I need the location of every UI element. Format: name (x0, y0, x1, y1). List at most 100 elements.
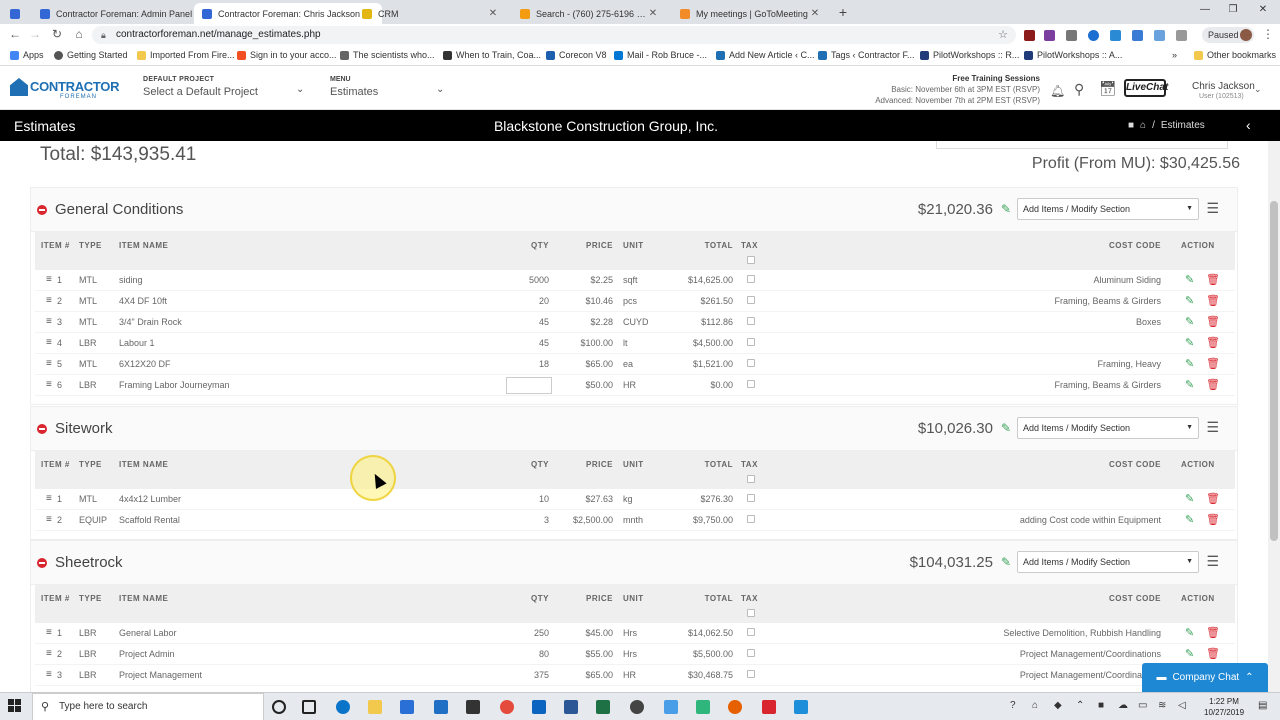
bookmark-item[interactable]: Getting Started (54, 50, 128, 60)
edit-section-icon[interactable]: ✎ (1001, 555, 1011, 569)
browser-tab-admin-panel[interactable]: Contractor Foreman: Admin Panel ✕ (32, 3, 220, 24)
menu-select[interactable]: Estimates (330, 86, 378, 98)
tax-checkbox[interactable] (747, 275, 755, 283)
notifications-icon[interactable]: ▤ (1258, 700, 1267, 711)
tax-checkbox[interactable] (747, 649, 755, 657)
bookmark-item[interactable]: Mail - Rob Bruce -... (614, 50, 707, 60)
table-row[interactable]: ≡ 5 MTL 6X12X20 DF 18 $65.00 ea $1,521.00 Framin… (35, 354, 1235, 375)
edge-icon[interactable] (336, 700, 350, 714)
delete-item-icon[interactable]: 🗑︎ (1206, 378, 1220, 391)
item-name[interactable]: 6X12X20 DF (119, 359, 171, 369)
app-icon[interactable] (664, 700, 678, 714)
collapse-section-icon[interactable] (37, 558, 47, 568)
delete-item-icon[interactable]: 🗑︎ (1206, 294, 1220, 307)
browser-menu-icon[interactable]: ⋮ (1262, 27, 1274, 41)
windows-start-icon[interactable] (8, 699, 22, 713)
slack-icon[interactable] (696, 700, 710, 714)
edit-section-icon[interactable]: ✎ (1001, 421, 1011, 435)
tax-checkbox[interactable] (747, 494, 755, 502)
training-advanced-link[interactable]: Advanced: November 7th at 2PM EST (RSVP) (875, 95, 1040, 106)
video-camera-icon[interactable]: ■ (1128, 120, 1134, 131)
excel-icon[interactable] (596, 700, 610, 714)
item-name[interactable]: 4x4x12 Lumber (119, 494, 181, 504)
dropbox-extension-icon[interactable] (1154, 30, 1165, 41)
edit-item-icon[interactable]: ✎ (1185, 273, 1194, 286)
amazon-icon[interactable] (466, 700, 480, 714)
browser-tab-crm[interactable]: CRM ✕ (354, 3, 506, 24)
delete-item-icon[interactable]: 🗑︎ (1206, 357, 1220, 370)
page-scrollbar[interactable] (1268, 141, 1280, 692)
search-icon[interactable]: ⚲ (1074, 81, 1084, 98)
edit-item-icon[interactable]: ✎ (1185, 336, 1194, 349)
word-icon[interactable] (564, 700, 578, 714)
bookmark-item[interactable]: The scientists who... (340, 50, 435, 60)
qty-input[interactable] (506, 377, 552, 394)
section-menu-icon[interactable]: ☰ (1206, 200, 1219, 217)
browser-tab-gotomeeting[interactable]: My meetings | GoToMeeting ✕ (672, 3, 828, 24)
drag-handle-icon[interactable]: ≡ (46, 514, 52, 525)
bookmark-star-icon[interactable]: ☆ (998, 26, 1008, 44)
taskbar-search-input[interactable]: ⚲ Type here to search (32, 693, 264, 720)
outlook-icon[interactable] (532, 700, 546, 714)
add-items-select[interactable]: Add Items / Modify Section ▼ (1017, 198, 1199, 220)
table-row[interactable]: ≡ 1 MTL siding 5000 $2.25 sqft $14,625.00 Alumin… (35, 270, 1235, 291)
delete-item-icon[interactable]: 🗑︎ (1206, 315, 1220, 328)
tax-checkbox[interactable] (747, 515, 755, 523)
table-row[interactable]: ≡ 3 LBR Project Management 375 $65.00 HR $30,46… (35, 665, 1235, 686)
cloud-icon[interactable]: ☁ (1118, 700, 1128, 711)
extension-icon[interactable] (1132, 30, 1143, 41)
maximize-icon[interactable]: ❐ (1226, 4, 1240, 15)
edit-item-icon[interactable]: ✎ (1185, 315, 1194, 328)
extension-icon[interactable] (1088, 30, 1099, 41)
breadcrumb-estimates[interactable]: Estimates (1161, 120, 1205, 131)
drag-handle-icon[interactable]: ≡ (46, 493, 52, 504)
app-icon[interactable] (630, 700, 644, 714)
drag-handle-icon[interactable]: ≡ (46, 379, 52, 390)
table-row[interactable]: ≡ 6 LBR Framing Labor Journeyman $50.00 HR $0.… (35, 375, 1235, 396)
app-tray-icon[interactable]: ■ (1098, 700, 1104, 711)
bookmark-item[interactable]: Add New Article ‹ C... (716, 50, 815, 60)
drag-handle-icon[interactable]: ≡ (46, 337, 52, 348)
edit-item-icon[interactable]: ✎ (1185, 513, 1194, 526)
monitor-icon[interactable]: ▭ (1138, 700, 1147, 711)
delete-item-icon[interactable]: 🗑︎ (1206, 647, 1220, 660)
extension-icon[interactable] (1044, 30, 1055, 41)
bookmark-item[interactable]: When to Train, Coa... (443, 50, 541, 60)
edit-item-icon[interactable]: ✎ (1185, 647, 1194, 660)
app-icon[interactable] (762, 700, 776, 714)
delete-item-icon[interactable]: 🗑︎ (1206, 492, 1220, 505)
tax-checkbox[interactable] (747, 296, 755, 304)
contractor-foreman-logo[interactable]: CONTRACTOR FOREMAN (10, 76, 120, 100)
item-name[interactable]: Framing Labor Journeyman (119, 380, 230, 390)
table-row[interactable]: ≡ 1 MTL 4x4x12 Lumber 10 $27.63 kg $276.30 ✎ 🗑︎ (35, 489, 1235, 510)
tab-close-icon[interactable]: ✕ (488, 8, 498, 19)
drag-handle-icon[interactable]: ≡ (46, 358, 52, 369)
company-chat-button[interactable]: ▬ Company Chat ⌃ (1142, 663, 1268, 692)
url-bar[interactable]: 🔒︎ contractorforeman.net/manage_estimate… (92, 26, 1016, 44)
tab-close-icon[interactable]: ✕ (648, 8, 658, 19)
bookmark-item[interactable]: PilotWorkshops :: R... (920, 50, 1019, 60)
edit-item-icon[interactable]: ✎ (1185, 492, 1194, 505)
browser-tab-search[interactable]: Search - (760) 275-6196 - Contr... ✕ (512, 3, 666, 24)
tax-checkbox[interactable] (747, 670, 755, 678)
cortana-icon[interactable] (272, 700, 286, 714)
calendar-icon[interactable]: 📅︎ (1099, 80, 1117, 97)
edit-item-icon[interactable]: ✎ (1185, 626, 1194, 639)
back-arrow-icon[interactable]: ← (8, 27, 22, 41)
firefox-icon[interactable] (728, 700, 742, 714)
home-icon[interactable]: ⌂ (72, 27, 86, 41)
home-icon[interactable]: ⌂ (1140, 120, 1146, 131)
chrome-icon[interactable] (500, 700, 514, 714)
reload-icon[interactable]: ↻ (50, 27, 64, 41)
bell-icon[interactable]: 🔔︎ (1050, 84, 1065, 98)
default-project-select[interactable]: Select a Default Project (143, 86, 258, 98)
drag-handle-icon[interactable]: ≡ (46, 627, 52, 638)
delete-item-icon[interactable]: 🗑︎ (1206, 336, 1220, 349)
browser-tab-pinned[interactable] (2, 3, 30, 24)
bookmark-apps[interactable]: Apps (10, 50, 44, 60)
chevron-down-icon[interactable]: ⌄ (1254, 84, 1262, 95)
task-view-icon[interactable] (302, 700, 316, 714)
add-items-select[interactable]: Add Items / Modify Section ▼ (1017, 551, 1199, 573)
network-icon[interactable]: ⌂ (1032, 700, 1038, 711)
chevron-left-icon[interactable]: ‹ (1246, 117, 1251, 133)
